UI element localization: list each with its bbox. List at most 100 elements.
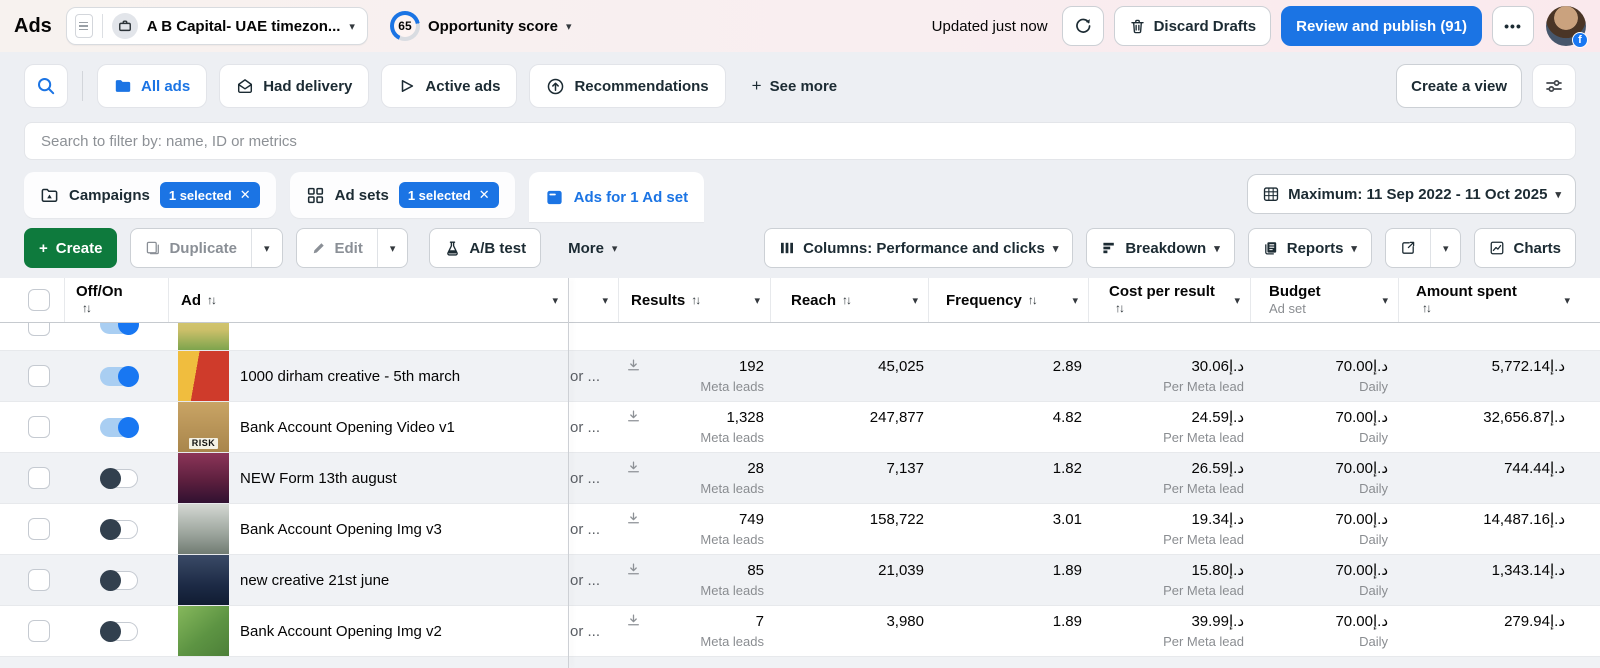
filter-had-delivery[interactable]: Had delivery [219, 64, 369, 108]
budget-cell[interactable]: 70.00د.إDaily [1250, 504, 1398, 554]
more-button[interactable]: More ▾ [562, 228, 623, 268]
amount-spent-cell: 279.94د.إ [1398, 606, 1600, 656]
row-checkbox[interactable] [28, 569, 50, 591]
frozen-pane-divider[interactable] [568, 278, 569, 668]
reach-cell [770, 323, 928, 350]
create-button[interactable]: + Create [24, 228, 117, 268]
budget-cell[interactable]: 70.00د.إDaily [1250, 402, 1398, 452]
ad-name-link[interactable]: Bank Account Opening Video v1 [240, 419, 455, 436]
row-checkbox[interactable] [28, 518, 50, 540]
edit-button[interactable]: Edit [297, 229, 377, 267]
tab-ads[interactable]: Ads for 1 Ad set [529, 172, 704, 222]
filter-all-ads[interactable]: All ads [97, 64, 207, 108]
ad-name-link[interactable]: new creative 21st june [240, 572, 389, 589]
ab-test-button[interactable]: A/B test [429, 228, 541, 268]
sort-icon: ↑↓ [1115, 300, 1215, 317]
duplicate-split-button: Duplicate ▾ [130, 228, 282, 268]
select-all-checkbox[interactable] [28, 289, 50, 311]
close-icon[interactable]: ✕ [240, 187, 251, 203]
ads-manager-app: Ads A B Capital- UAE timezon... ▾ 65 Opp… [0, 0, 1600, 668]
search-input[interactable] [24, 122, 1576, 160]
column-header-results[interactable]: Results↑↓ ▾ [618, 278, 770, 322]
tab-ad-sets[interactable]: Ad sets 1 selected ✕ [290, 172, 515, 218]
review-and-publish-button[interactable]: Review and publish (91) [1281, 6, 1482, 46]
reports-button[interactable]: Reports ▾ [1248, 228, 1372, 268]
row-checkbox[interactable] [28, 416, 50, 438]
download-leads-icon[interactable] [626, 409, 641, 424]
column-header-reach[interactable]: Reach↑↓ ▾ [770, 278, 928, 322]
search-button[interactable] [24, 64, 68, 108]
chevron-down-icon: ▾ [349, 20, 355, 33]
campaigns-selected-badge[interactable]: 1 selected ✕ [160, 182, 260, 208]
row-checkbox[interactable] [28, 365, 50, 387]
download-leads-icon[interactable] [626, 460, 641, 475]
frequency-cell: 2.89 [928, 351, 1088, 401]
budget-cell[interactable]: 70.00د.إDaily [1250, 351, 1398, 401]
chevron-down-icon: ▾ [1072, 294, 1078, 307]
duplicate-button[interactable]: Duplicate [131, 229, 251, 267]
ad-thumbnail [178, 351, 229, 401]
more-options-button[interactable]: ••• [1492, 6, 1534, 46]
account-selector[interactable]: A B Capital- UAE timezon... ▾ [66, 7, 368, 45]
ads-icon [545, 188, 564, 207]
ad-toggle[interactable] [100, 520, 138, 539]
column-header-amount-spent[interactable]: Amount spent↑↓ ▾ [1398, 278, 1600, 322]
date-range-selector[interactable]: Maximum: 11 Sep 2022 - 11 Oct 2025 ▾ [1247, 174, 1576, 214]
filter-recommendations[interactable]: Recommendations [529, 64, 725, 108]
view-settings-button[interactable] [1532, 64, 1576, 108]
ad-name-link[interactable]: Bank Account Opening Img v2 [240, 623, 442, 640]
export-button[interactable] [1386, 229, 1430, 267]
budget-cell[interactable]: 70.00د.إDaily [1250, 453, 1398, 503]
column-header-budget[interactable]: BudgetAd set ▾ [1250, 278, 1398, 322]
create-a-view-button[interactable]: Create a view [1396, 64, 1522, 108]
download-leads-icon[interactable] [626, 562, 641, 577]
download-leads-icon[interactable] [626, 358, 641, 373]
row-checkbox[interactable] [28, 620, 50, 642]
download-leads-icon[interactable] [626, 613, 641, 628]
column-header-clipped[interactable]: ▾ [568, 278, 618, 322]
ad-toggle[interactable] [100, 418, 138, 437]
ad-toggle[interactable] [100, 367, 138, 386]
filter-bar: All ads Had delivery Active ads Recommen… [0, 52, 1600, 120]
column-header-off-on[interactable]: Off/On↑↓ [64, 278, 168, 322]
row-checkbox[interactable] [28, 323, 50, 336]
close-icon[interactable]: ✕ [479, 187, 490, 203]
search-icon [36, 76, 56, 96]
row-checkbox[interactable] [28, 467, 50, 489]
ad-name-link[interactable]: Bank Account Opening Img v3 [240, 521, 442, 538]
table-header: Off/On↑↓ Ad↑↓ ▾ ▾ Results↑↓ ▾ Reach↑↓ ▾ … [0, 278, 1600, 323]
ad-sets-selected-badge[interactable]: 1 selected ✕ [399, 182, 499, 208]
columns-button[interactable]: Columns: Performance and clicks ▾ [764, 228, 1073, 268]
duplicate-dropdown[interactable]: ▾ [251, 229, 282, 267]
column-header-frequency[interactable]: Frequency↑↓ ▾ [928, 278, 1088, 322]
avatar[interactable]: f [1546, 6, 1586, 46]
score-gauge-icon: 65 [390, 11, 420, 41]
cost-per-result-cell: 24.59د.إPer Meta lead [1088, 402, 1250, 452]
ad-toggle[interactable] [100, 323, 138, 334]
column-header-ad[interactable]: Ad↑↓ ▾ [168, 278, 568, 322]
chevron-down-icon: ▾ [1234, 294, 1240, 307]
export-dropdown[interactable]: ▾ [1430, 229, 1461, 267]
table-row: NEW Form 13th august or ... 28Meta leads… [0, 452, 1600, 503]
ad-thumbnail [178, 453, 229, 503]
budget-cell[interactable]: Daily [1250, 323, 1398, 350]
budget-cell[interactable]: 70.00د.إDaily [1250, 606, 1398, 656]
ad-toggle[interactable] [100, 622, 138, 641]
budget-cell[interactable]: 70.00د.إDaily [1250, 555, 1398, 605]
toggle-knob [100, 468, 121, 489]
edit-dropdown[interactable]: ▾ [377, 229, 408, 267]
see-more-button[interactable]: + See more [752, 64, 837, 108]
refresh-button[interactable] [1062, 6, 1104, 46]
ad-toggle[interactable] [100, 571, 138, 590]
column-header-cost-per-result[interactable]: Cost per result↑↓ ▾ [1088, 278, 1250, 322]
ad-toggle[interactable] [100, 469, 138, 488]
breakdown-button[interactable]: Breakdown ▾ [1086, 228, 1234, 268]
ad-name-link[interactable]: NEW Form 13th august [240, 470, 397, 487]
opportunity-score[interactable]: 65 Opportunity score ▾ [390, 11, 572, 41]
download-leads-icon[interactable] [626, 511, 641, 526]
filter-active-ads[interactable]: Active ads [381, 64, 517, 108]
tab-campaigns[interactable]: Campaigns 1 selected ✕ [24, 172, 276, 218]
charts-button[interactable]: Charts [1474, 228, 1576, 268]
ad-name-link[interactable]: 1000 dirham creative - 5th march [240, 368, 460, 385]
discard-drafts-button[interactable]: Discard Drafts [1114, 6, 1272, 46]
